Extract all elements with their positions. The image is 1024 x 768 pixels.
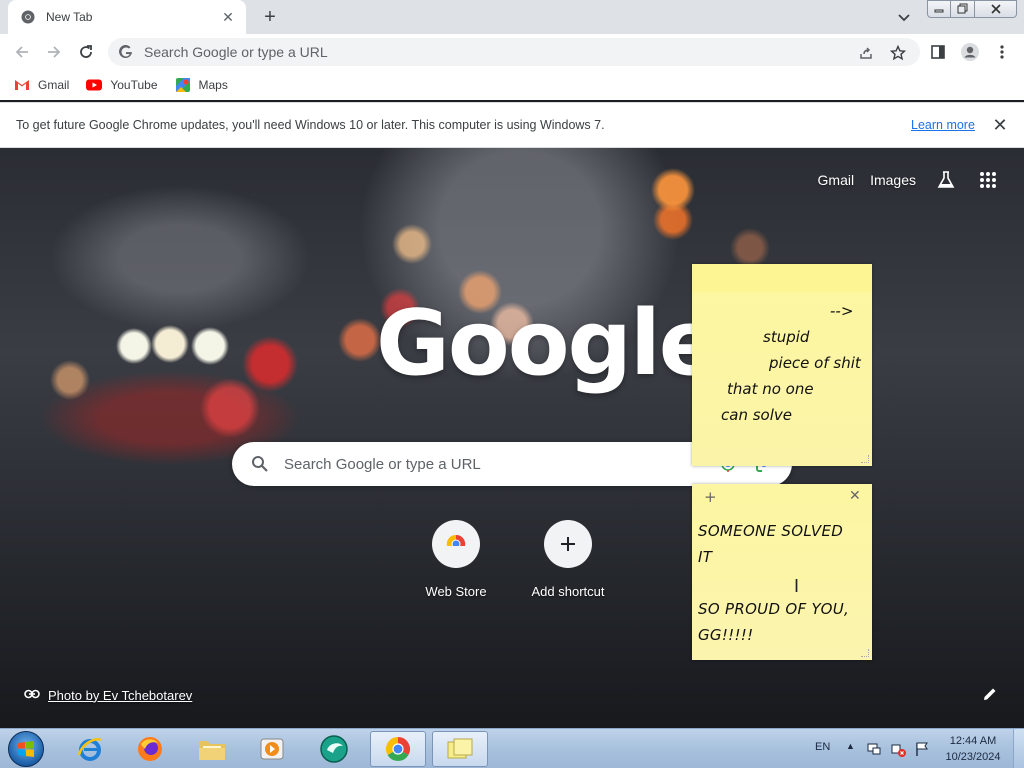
window-controls: [927, 0, 1017, 18]
forward-arrow-icon[interactable]: [44, 42, 64, 62]
sticky-note-line: -->: [830, 302, 854, 320]
bookmarks-bar: Gmail YouTube Maps: [0, 70, 1024, 100]
attribution-label: Photo by Ev Tchebotarev: [48, 687, 193, 703]
infobar-message: To get future Google Chrome updates, you…: [16, 118, 605, 132]
flag-icon[interactable]: [914, 741, 930, 757]
bookmark-star-icon[interactable]: [889, 44, 907, 62]
bookmark-label: YouTube: [110, 78, 158, 92]
action-center-icon[interactable]: [866, 741, 882, 757]
omnibox[interactable]: [108, 38, 920, 66]
maps-icon: [175, 78, 191, 92]
ntp-header: Gmail Images: [802, 168, 1000, 192]
sticky-note-1[interactable]: --> stupid piece of shit that no one can…: [692, 264, 872, 466]
sticky-note-line: GG!!!!!: [698, 626, 754, 644]
menu-kebab-icon[interactable]: [992, 42, 1012, 62]
internet-explorer-icon[interactable]: [62, 731, 118, 767]
customize-pencil-icon[interactable]: [982, 686, 1002, 706]
clock-date: 10/23/2024: [945, 751, 1001, 763]
start-button-windows-icon[interactable]: [8, 731, 44, 767]
delete-note-icon[interactable]: ✕: [849, 488, 861, 504]
bookmark-maps[interactable]: Maps: [175, 78, 228, 92]
share-icon[interactable]: [857, 44, 875, 62]
text-cursor-icon: I: [794, 576, 800, 596]
show-hidden-icons-arrow-icon[interactable]: ▲: [846, 741, 855, 751]
sticky-note-line: that no one: [727, 380, 814, 398]
sticky-notes-icon[interactable]: [432, 731, 488, 767]
close-window-button[interactable]: [975, 0, 1017, 18]
profile-avatar-icon[interactable]: [960, 42, 980, 62]
resize-grip[interactable]: [861, 649, 869, 657]
sticky-note-line: piece of shit: [769, 354, 861, 372]
gmail-link[interactable]: Gmail: [818, 172, 855, 188]
gmail-icon: [14, 78, 30, 92]
tab-strip: New Tab ✕ +: [0, 0, 1024, 34]
google-logo: Google: [376, 291, 720, 396]
windows-taskbar: EN ▲ 12:44 AM 10/23/2024: [0, 728, 1024, 768]
shortcut-add[interactable]: Add shortcut: [520, 520, 616, 599]
labs-flask-icon[interactable]: [934, 168, 958, 192]
new-tab-button[interactable]: +: [259, 6, 281, 28]
link-icon: [24, 686, 40, 704]
shortcut-web-store[interactable]: Web Store: [408, 520, 504, 599]
browser-toolbar: [0, 34, 1024, 70]
chrome-favicon-icon: [20, 9, 36, 25]
minimize-button[interactable]: [927, 0, 951, 18]
app-icon[interactable]: [306, 731, 362, 767]
apps-grid-icon[interactable]: [976, 168, 1000, 192]
resize-grip[interactable]: [861, 455, 869, 463]
update-infobar: To get future Google Chrome updates, you…: [0, 102, 1024, 148]
sticky-note-line: can solve: [721, 406, 792, 424]
chrome-web-store-icon: [432, 520, 480, 568]
tab-new-tab[interactable]: New Tab ✕: [8, 0, 246, 34]
shortcut-label: Add shortcut: [531, 584, 605, 599]
reload-icon[interactable]: [76, 42, 96, 62]
back-arrow-icon[interactable]: [12, 42, 32, 62]
sticky-note-line: SOMEONE SOLVED: [698, 522, 844, 540]
sticky-note-line: IT: [698, 548, 713, 566]
network-disconnected-icon[interactable]: [890, 741, 906, 757]
images-link[interactable]: Images: [870, 172, 916, 188]
learn-more-link[interactable]: Learn more: [911, 118, 975, 132]
bookmark-label: Gmail: [38, 78, 70, 92]
sticky-note-line: stupid: [763, 328, 810, 346]
google-g-icon: [118, 44, 134, 60]
shortcut-label: Web Store: [425, 584, 487, 599]
sticky-note-line: SO PROUD OF YOU,: [698, 600, 850, 618]
tab-title: New Tab: [46, 10, 93, 24]
clock-time: 12:44 AM: [949, 735, 997, 747]
show-desktop-button[interactable]: [1013, 729, 1024, 768]
plus-icon: [544, 520, 592, 568]
restore-button[interactable]: [951, 0, 975, 18]
sticky-note-2[interactable]: + ✕ SOMEONE SOLVED IT SO PROUD OF YOU, G…: [692, 484, 872, 660]
file-explorer-icon[interactable]: [184, 731, 240, 767]
tab-close-icon[interactable]: ✕: [220, 9, 236, 26]
firefox-icon[interactable]: [122, 731, 178, 767]
media-player-icon[interactable]: [244, 731, 300, 767]
bookmark-label: Maps: [198, 78, 228, 92]
language-indicator[interactable]: EN: [815, 741, 830, 753]
omnibox-input[interactable]: [144, 44, 824, 60]
youtube-icon: [86, 78, 103, 92]
bookmark-youtube[interactable]: YouTube: [86, 78, 158, 92]
tab-search-chevron-icon[interactable]: [896, 9, 912, 25]
sticky-note-titlebar[interactable]: [692, 264, 872, 292]
ntp-search-input[interactable]: [284, 455, 704, 473]
photo-attribution[interactable]: Photo by Ev Tchebotarev: [24, 686, 192, 704]
search-icon: [250, 454, 270, 474]
infobar-close-icon[interactable]: ✕: [992, 115, 1008, 136]
system-clock[interactable]: 12:44 AM 10/23/2024: [938, 733, 1008, 765]
bookmark-gmail[interactable]: Gmail: [14, 78, 69, 92]
chrome-icon[interactable]: [370, 731, 426, 767]
new-note-plus-icon[interactable]: +: [704, 488, 717, 506]
side-panel-icon[interactable]: [928, 42, 948, 62]
